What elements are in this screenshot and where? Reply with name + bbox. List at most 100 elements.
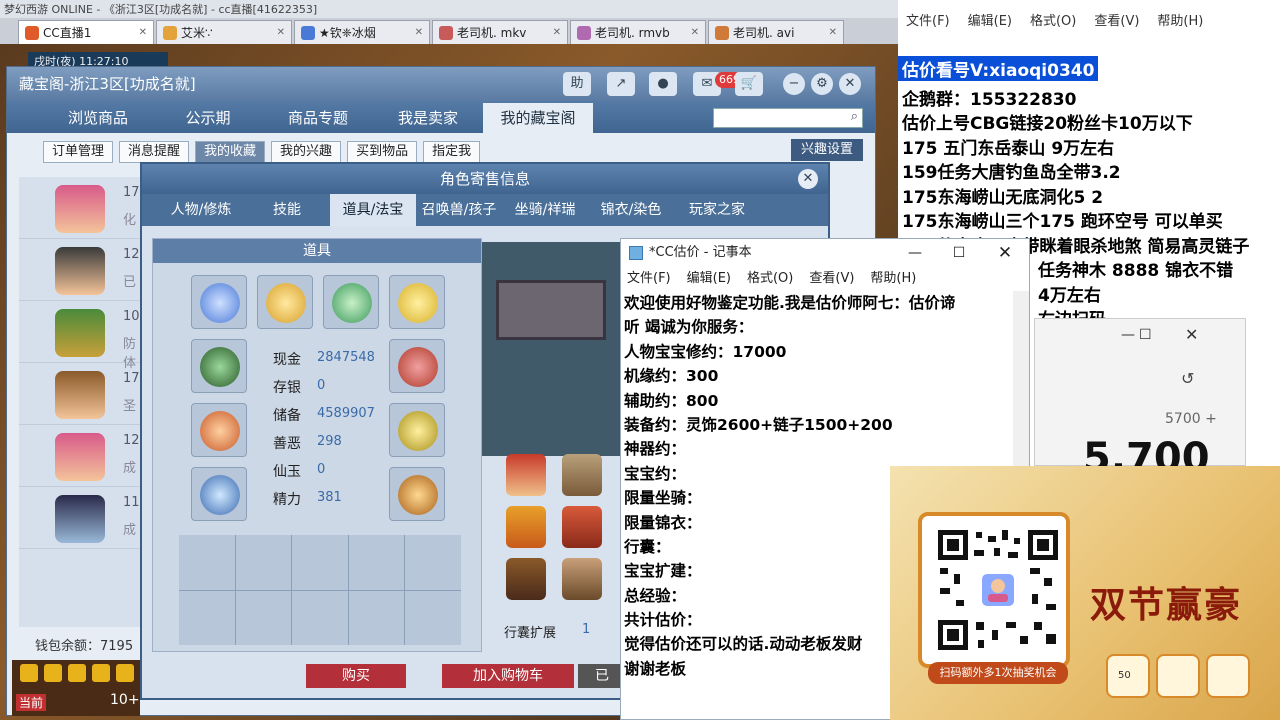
bag-cell[interactable] xyxy=(235,590,292,645)
bag-cell[interactable] xyxy=(405,535,461,590)
tab-mounts[interactable]: 坐骑/祥瑞 xyxy=(502,194,588,226)
avatar xyxy=(55,247,105,295)
list-item[interactable]: 175 化 xyxy=(19,177,149,239)
tab-laosiji-mkv[interactable]: 老司机. mkv ✕ xyxy=(432,20,568,44)
menu-edit[interactable]: 编辑(E) xyxy=(968,10,1012,38)
maximize-icon[interactable]: ☐ xyxy=(1139,327,1152,343)
favorites-button[interactable]: 我的收藏 xyxy=(195,141,266,163)
item-slot[interactable] xyxy=(323,275,379,329)
add-to-cart-button[interactable]: 加入购物车 xyxy=(442,664,574,688)
maximize-icon[interactable]: ☐ xyxy=(937,239,981,267)
cart-icon[interactable]: 🛒 xyxy=(735,72,763,96)
record-icon[interactable]: ● xyxy=(649,72,677,96)
tab-laosiji-rmvb[interactable]: 老司机. rmvb ✕ xyxy=(570,20,706,44)
sold-button[interactable]: 已 xyxy=(578,664,626,688)
close-icon[interactable]: ✕ xyxy=(798,169,818,189)
tab-laosiji-avi[interactable]: 老司机. avi ✕ xyxy=(708,20,844,44)
tab-topics[interactable]: 商品专题 xyxy=(263,103,373,133)
close-icon[interactable]: ✕ xyxy=(829,27,837,38)
menu-file[interactable]: 文件(F) xyxy=(906,10,950,38)
minimize-icon[interactable]: − xyxy=(783,73,805,95)
tab-my-cbg[interactable]: 我的藏宝阁 xyxy=(483,103,593,133)
bag-cell[interactable] xyxy=(235,535,292,590)
arrow-up-icon[interactable] xyxy=(44,664,62,682)
order-button[interactable]: 订单管理 xyxy=(43,141,114,163)
bag-cell[interactable] xyxy=(292,535,348,590)
item-slot[interactable] xyxy=(191,403,247,457)
list-item[interactable]: 129 成 xyxy=(19,425,149,487)
interests-button[interactable]: 我的兴趣 xyxy=(271,141,342,163)
tab-browse[interactable]: 浏览商品 xyxy=(43,103,153,133)
tab-cc-live-1[interactable]: CC直播1 ✕ xyxy=(18,20,154,44)
item-slot[interactable] xyxy=(389,275,445,329)
list-item[interactable]: 109 防 体 xyxy=(19,301,149,371)
assigned-button[interactable]: 指定我 xyxy=(423,141,481,163)
figure-icon[interactable] xyxy=(562,558,602,600)
item-slot[interactable] xyxy=(389,403,445,457)
item-slot[interactable] xyxy=(191,339,247,393)
item-slot[interactable] xyxy=(191,275,247,329)
close-icon[interactable]: ✕ xyxy=(1185,325,1198,344)
dagger-icon[interactable] xyxy=(562,506,602,548)
item-slot[interactable] xyxy=(389,467,445,521)
messages-button[interactable]: 消息提醒 xyxy=(119,141,190,163)
menu-help[interactable]: 帮助(H) xyxy=(1157,10,1203,38)
flag-icon[interactable] xyxy=(506,506,546,548)
tab-items[interactable]: 道具/法宝 xyxy=(330,194,416,226)
bought-button[interactable]: 买到物品 xyxy=(347,141,418,163)
history-icon[interactable]: ↺ xyxy=(1181,369,1194,388)
bag-cell[interactable] xyxy=(179,590,235,645)
menu-format[interactable]: 格式(O) xyxy=(1030,10,1076,38)
arrow-down-icon[interactable] xyxy=(68,664,86,682)
bag-cell[interactable] xyxy=(348,535,405,590)
item-slot[interactable] xyxy=(257,275,313,329)
close-icon[interactable]: ✕ xyxy=(983,239,1027,267)
menu-file[interactable]: 文件(F) xyxy=(627,267,671,291)
mirror-icon[interactable] xyxy=(562,454,602,496)
tab-outfits[interactable]: 锦衣/染色 xyxy=(588,194,674,226)
buy-button[interactable]: 购买 xyxy=(306,664,406,688)
tab-public[interactable]: 公示期 xyxy=(153,103,263,133)
current-channel-label[interactable]: 当前 xyxy=(16,694,47,711)
help-button[interactable]: 助 xyxy=(563,72,591,96)
statue-icon[interactable] xyxy=(506,558,546,600)
list-item[interactable]: 175 圣 xyxy=(19,363,149,425)
tab-qin-bingyan[interactable]: ★钦❈冰烟 ✕ xyxy=(294,20,430,44)
search-input[interactable]: ⌕ xyxy=(713,108,863,128)
close-icon[interactable]: ✕ xyxy=(139,27,147,38)
tab-home[interactable]: 玩家之家 xyxy=(674,194,760,226)
item-slot[interactable] xyxy=(389,339,445,393)
tab-skills[interactable]: 技能 xyxy=(244,194,330,226)
share-icon[interactable]: ↗ xyxy=(607,72,635,96)
interest-settings-button[interactable]: 兴趣设置 xyxy=(790,139,863,161)
minimize-icon[interactable]: — xyxy=(1121,327,1135,343)
zoom-icon[interactable] xyxy=(116,664,134,682)
close-icon[interactable]: ✕ xyxy=(691,27,699,38)
close-icon[interactable]: ✕ xyxy=(277,27,285,38)
menu-edit[interactable]: 编辑(E) xyxy=(687,267,731,291)
search-icon[interactable]: ⌕ xyxy=(851,109,858,124)
bag-cell[interactable] xyxy=(405,590,461,645)
bag-cell[interactable] xyxy=(179,535,235,590)
list-item[interactable]: 129 已 xyxy=(19,239,149,301)
arrow-right-icon[interactable] xyxy=(92,664,110,682)
minimize-icon[interactable]: — xyxy=(893,239,937,267)
pet-icon[interactable] xyxy=(506,454,546,496)
tab-character[interactable]: 人物/修炼 xyxy=(158,194,244,226)
bag-cell[interactable] xyxy=(348,590,405,645)
item-slot[interactable] xyxy=(191,467,247,521)
bag-cell[interactable] xyxy=(292,590,348,645)
close-icon[interactable]: ✕ xyxy=(415,27,423,38)
menu-help[interactable]: 帮助(H) xyxy=(870,267,916,291)
menu-view[interactable]: 查看(V) xyxy=(1094,10,1139,38)
tab-seller[interactable]: 我是卖家 xyxy=(373,103,483,133)
close-icon[interactable]: ✕ xyxy=(553,27,561,38)
gear-icon[interactable]: ⚙ xyxy=(811,73,833,95)
tab-aimi[interactable]: 艾米∵ ✕ xyxy=(156,20,292,44)
arrow-left-icon[interactable] xyxy=(20,664,38,682)
menu-format[interactable]: 格式(O) xyxy=(747,267,793,291)
close-icon[interactable]: ✕ xyxy=(839,73,861,95)
list-item[interactable]: 119 成 xyxy=(19,487,149,549)
menu-view[interactable]: 查看(V) xyxy=(809,267,854,291)
tab-pets[interactable]: 召唤兽/孩子 xyxy=(416,194,502,226)
